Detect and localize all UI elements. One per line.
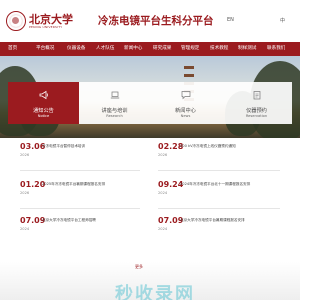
site-title: 冷冻电镜平台生科分平台 <box>98 15 214 27</box>
tab-news-label: 新闻中心 <box>175 108 196 114</box>
news-item[interactable]: 03.06 2026 冷冻电镜平台暂停技术培训 <box>20 142 150 168</box>
nav-item-research[interactable]: 研究成果 <box>153 42 171 56</box>
news-item[interactable]: 02.28 2026 200 kV冷冻电镜上线仪器预约通知 <box>158 142 288 168</box>
tab-reservation-sublabel: Reservation <box>245 114 268 118</box>
divider <box>158 170 280 171</box>
news-title[interactable]: 北京大学冷冻电镜平台工程师招聘 <box>42 218 150 223</box>
laptop-icon <box>110 91 120 99</box>
nav-item-instruments[interactable]: 仪器设备 <box>67 42 85 56</box>
news-title[interactable]: 冷冻电镜平台暂停技术培训 <box>42 144 150 149</box>
nav-item-tutorials[interactable]: 技术教程 <box>210 42 228 56</box>
main-nav: 首页 平台概况 仪器设备 人才队伍 新闻中心 研究成果 管理规定 技术教程 制样… <box>0 42 300 56</box>
divider <box>20 170 140 171</box>
feature-tabs: 通知公告 Notice 讲座与培训 Research 新闻中心 News 仪器预… <box>8 82 292 124</box>
tab-reservation[interactable]: 仪器预约 Reservation <box>221 82 292 124</box>
nav-item-team[interactable]: 人才队伍 <box>96 42 114 56</box>
news-item[interactable]: 07.09 2024 北京大学冷冻电镜平台工程师招聘 <box>20 216 150 242</box>
megaphone-icon <box>39 90 48 100</box>
tab-news-sublabel: News <box>180 114 191 118</box>
news-item[interactable]: 01.20 2026 2025年冷冻电镜平台暑期课程报名安排 <box>20 180 150 206</box>
tab-reservation-label: 仪器预约 <box>246 108 267 114</box>
clipboard-icon <box>253 91 261 100</box>
nav-item-contact[interactable]: 联系我们 <box>267 42 285 56</box>
news-title[interactable]: 北京大学冷冻电镜平台暑期课程报名安排 <box>180 218 288 223</box>
logo-subtext: PEKING UNIVERSITY <box>29 25 63 29</box>
lang-en-link[interactable]: EN <box>227 17 234 23</box>
seal-icon <box>6 11 26 31</box>
news-title[interactable]: 2024年冷冻电镜平台北十一期课程报名安排 <box>180 182 288 187</box>
news-item[interactable]: 09.24 2024 2024年冷冻电镜平台北十一期课程报名安排 <box>158 180 288 206</box>
chat-icon <box>181 91 191 100</box>
tab-lectures-sublabel: Research <box>106 114 123 118</box>
nav-item-rules[interactable]: 管理规定 <box>181 42 199 56</box>
nav-item-news[interactable]: 新闻中心 <box>124 42 142 56</box>
news-year: 2024 <box>20 227 30 231</box>
news-year: 2024 <box>158 191 168 195</box>
news-title[interactable]: 200 kV冷冻电镜上线仪器预约通知 <box>180 144 288 149</box>
nav-item-home[interactable]: 首页 <box>8 42 17 56</box>
news-year: 2026 <box>20 153 30 157</box>
tab-news[interactable]: 新闻中心 News <box>150 82 221 124</box>
tab-notice-sublabel: Notice <box>37 114 50 118</box>
news-title[interactable]: 2025年冷冻电镜平台暑期课程报名安排 <box>42 182 150 187</box>
nav-item-overview[interactable]: 平台概况 <box>36 42 54 56</box>
watermark: 秒收录网 <box>115 284 195 300</box>
divider <box>20 208 140 209</box>
more-link[interactable]: 更多 <box>135 264 143 270</box>
divider <box>158 208 280 209</box>
site-header: 北京大学 PEKING UNIVERSITY 冷冻电镜平台生科分平台 EN 中 <box>0 0 300 42</box>
tab-lectures[interactable]: 讲座与培训 Research <box>79 82 150 124</box>
nav-item-sample-prep[interactable]: 制样测试 <box>238 42 256 56</box>
news-year: 2026 <box>158 153 168 157</box>
news-year: 2026 <box>20 191 30 195</box>
lang-cn-link[interactable]: 中 <box>280 17 285 24</box>
news-year: 2024 <box>158 227 168 231</box>
university-logo[interactable]: 北京大学 PEKING UNIVERSITY <box>6 11 94 33</box>
tab-notice[interactable]: 通知公告 Notice <box>8 82 79 124</box>
tab-notice-label: 通知公告 <box>33 108 54 114</box>
tab-lectures-label: 讲座与培训 <box>101 108 128 114</box>
news-item[interactable]: 07.09 2024 北京大学冷冻电镜平台暑期课程报名安排 <box>158 216 288 242</box>
